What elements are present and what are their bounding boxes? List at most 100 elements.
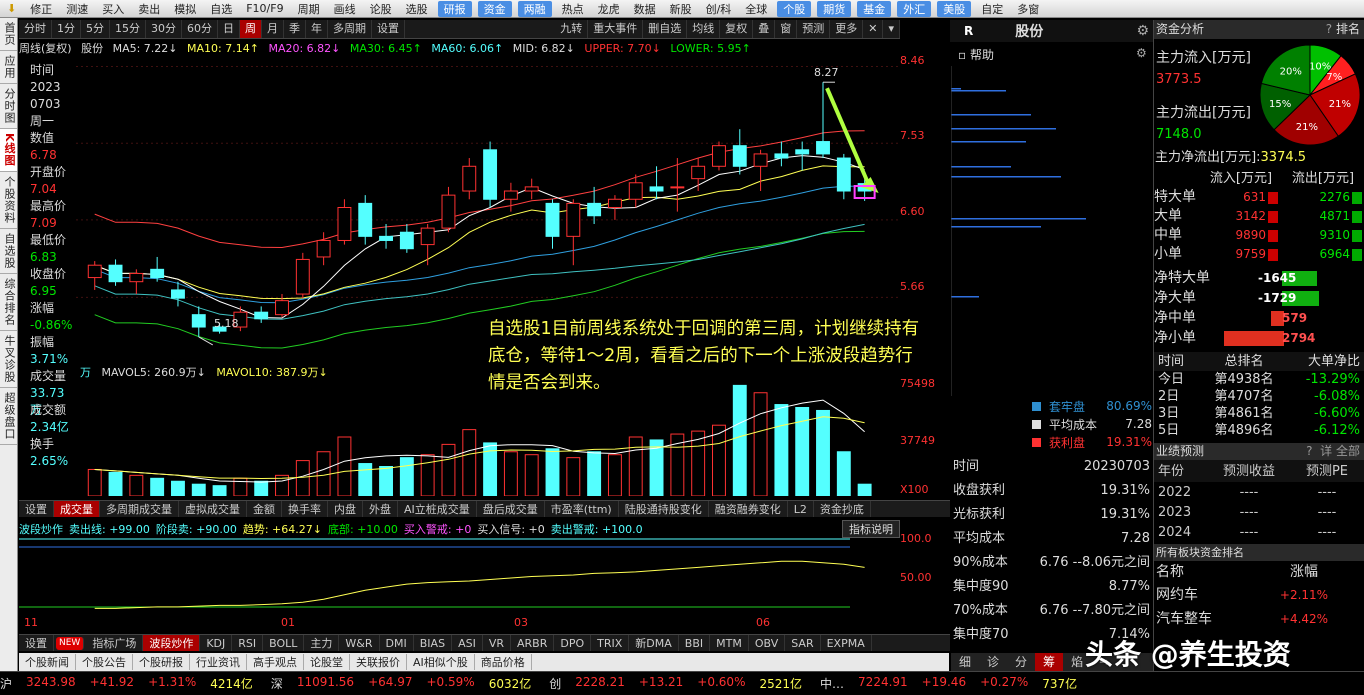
period-tab-2[interactable]: 5分 <box>81 20 110 38</box>
indicator-tab-1[interactable]: 成交量 <box>54 501 100 517</box>
period-tab-12[interactable]: 设置 <box>372 20 405 38</box>
formula-tab-9[interactable]: DMI <box>380 635 414 651</box>
chip-tab-3[interactable]: 筹 <box>1035 653 1064 671</box>
formula-tab-13[interactable]: ARBR <box>511 635 555 651</box>
toolbar-item-9[interactable]: 论股 <box>363 1 399 17</box>
index-quote-1[interactable]: 深 11091.56 +64.97 +0.59% 6032亿 <box>271 675 531 692</box>
sector-row-0[interactable]: 网约车 +2.11% <box>1154 583 1364 607</box>
period-tab-4[interactable]: 30分 <box>146 20 182 38</box>
indicator-tab-7[interactable]: 外盘 <box>363 501 398 517</box>
news-tab-0[interactable]: 个股新闻 <box>19 654 76 670</box>
toolbar-item-19[interactable]: 全球 <box>738 1 774 17</box>
toolbar-item-16[interactable]: 数据 <box>627 1 663 17</box>
period-tab-11[interactable]: 多周期 <box>328 20 372 38</box>
formula-tab-11[interactable]: ASI <box>452 635 483 651</box>
toolbar-item-21[interactable]: 期货 <box>817 0 852 17</box>
indicator-tab-6[interactable]: 内盘 <box>328 501 363 517</box>
toolbar-item-0[interactable]: 修正 <box>23 1 59 17</box>
help-q-icon[interactable]: ? <box>1326 22 1332 36</box>
indicator-explain-button[interactable]: 指标说明 <box>842 520 900 538</box>
toolbar-item-20[interactable]: 个股 <box>777 0 812 17</box>
toolbar-item-8[interactable]: 画线 <box>327 1 363 17</box>
toolbar-item-5[interactable]: 自选 <box>203 1 239 17</box>
indicator-tab-10[interactable]: 市盈率(ttm) <box>545 501 619 517</box>
formula-tab-3[interactable]: 波段炒作 <box>143 635 201 651</box>
indicator-tab-8[interactable]: AI立桩成交量 <box>398 501 477 517</box>
chart-tool-0[interactable]: 九转 <box>555 20 589 38</box>
sidebar-item-6[interactable]: 综合排名 <box>0 274 17 331</box>
formula-tab-21[interactable]: EXPMA <box>821 635 872 651</box>
period-tab-9[interactable]: 季 <box>284 20 306 38</box>
formula-tab-1[interactable]: NEW <box>56 636 85 650</box>
indicator-tab-4[interactable]: 金额 <box>247 501 282 517</box>
sidebar-item-5[interactable]: 自选股 <box>0 229 17 274</box>
sidebar-item-1[interactable]: 应用 <box>0 51 17 84</box>
news-tab-3[interactable]: 行业资讯 <box>190 654 247 670</box>
toolbar-item-6[interactable]: F10/F9 <box>239 2 290 15</box>
period-tab-1[interactable]: 1分 <box>52 20 81 38</box>
formula-tab-17[interactable]: BBI <box>679 635 711 651</box>
chart-tool-6[interactable]: 窗 <box>775 20 798 38</box>
formula-tab-16[interactable]: 新DMA <box>629 635 679 651</box>
chart-tool-8[interactable]: 更多 <box>830 20 864 38</box>
toolbar-item-11[interactable]: 研报 <box>437 0 472 17</box>
formula-tab-6[interactable]: BOLL <box>263 635 305 651</box>
chip-settings-icon[interactable]: ⚙ <box>1136 46 1147 60</box>
forecast-detail[interactable]: 详 <box>1320 444 1332 458</box>
indicator-tab-12[interactable]: 融资融券变化 <box>709 501 788 517</box>
toolbar-item-3[interactable]: 卖出 <box>131 1 167 17</box>
index-quote-2[interactable]: 创 2228.21 +13.21 +0.60% 2521亿 <box>549 675 802 692</box>
toolbar-item-1[interactable]: 测速 <box>59 1 95 17</box>
chart-tool-2[interactable]: 删自选 <box>643 20 688 38</box>
period-tab-10[interactable]: 年 <box>306 20 328 38</box>
toolbar-item-24[interactable]: 美股 <box>937 0 972 17</box>
sidebar-item-7[interactable]: 牛叉诊股 <box>0 331 17 388</box>
period-tab-7[interactable]: 周 <box>240 20 262 38</box>
forecast-help[interactable]: ? <box>1306 444 1312 458</box>
indicator-tab-9[interactable]: 盘后成交量 <box>477 501 545 517</box>
toolbar-item-2[interactable]: 买入 <box>95 1 131 17</box>
toolbar-item-26[interactable]: 多窗 <box>1010 1 1046 17</box>
indicator-chart[interactable] <box>19 537 900 613</box>
indicator-tab-13[interactable]: L2 <box>788 501 814 517</box>
toolbar-item-15[interactable]: 龙虎 <box>591 1 627 17</box>
toolbar-item-13[interactable]: 两融 <box>517 0 552 17</box>
forecast-all[interactable]: 全部 <box>1336 444 1360 458</box>
formula-tab-19[interactable]: OBV <box>749 635 786 651</box>
period-tab-6[interactable]: 日 <box>218 20 240 38</box>
candlestick-chart[interactable] <box>76 55 900 360</box>
indicator-tab-5[interactable]: 换手率 <box>282 501 328 517</box>
formula-tab-5[interactable]: RSI <box>232 635 264 651</box>
formula-tab-7[interactable]: 主力 <box>304 635 340 651</box>
chip-help[interactable]: ▫ 帮助 <box>958 46 994 63</box>
news-tab-2[interactable]: 个股研报 <box>133 654 190 670</box>
formula-tab-20[interactable]: SAR <box>785 635 821 651</box>
toolbar-item-23[interactable]: 外汇 <box>897 0 932 17</box>
toolbar-item-7[interactable]: 周期 <box>291 1 327 17</box>
news-tab-7[interactable]: AI相似个股 <box>407 654 475 670</box>
period-tab-0[interactable]: 分时 <box>19 20 52 38</box>
toolbar-item-22[interactable]: 基金 <box>857 0 892 17</box>
formula-tab-4[interactable]: KDJ <box>200 635 233 651</box>
toolbar-arrow-icon[interactable]: ⬇ <box>0 2 23 15</box>
chip-tab-2[interactable]: 分 <box>1007 653 1035 671</box>
indicator-tab-2[interactable]: 多周期成交量 <box>100 501 179 517</box>
period-tab-5[interactable]: 60分 <box>182 20 218 38</box>
period-tab-3[interactable]: 15分 <box>110 20 146 38</box>
toolbar-item-18[interactable]: 创/科 <box>699 1 739 17</box>
formula-tab-2[interactable]: 指标广场 <box>86 635 144 651</box>
index-quote-3[interactable]: 中… 7224.91 +19.46 +0.27% 737亿 <box>820 675 1077 692</box>
volume-chart[interactable] <box>76 378 900 496</box>
period-tab-8[interactable]: 月 <box>262 20 284 38</box>
formula-tab-15[interactable]: TRIX <box>591 635 630 651</box>
chart-tool-4[interactable]: 复权 <box>720 20 754 38</box>
toolbar-item-17[interactable]: 新股 <box>663 1 699 17</box>
toolbar-item-4[interactable]: 模拟 <box>167 1 203 17</box>
formula-tab-14[interactable]: DPO <box>554 635 592 651</box>
sidebar-item-3[interactable]: K线图 <box>0 129 17 172</box>
news-tab-6[interactable]: 关联报价 <box>350 654 407 670</box>
indicator-tab-3[interactable]: 虚拟成交量 <box>179 501 247 517</box>
rank-tab[interactable]: 排名 <box>1336 22 1360 36</box>
settings-gear-icon[interactable]: ⚙ <box>1136 23 1149 39</box>
chip-tab-1[interactable]: 诊 <box>979 653 1007 671</box>
